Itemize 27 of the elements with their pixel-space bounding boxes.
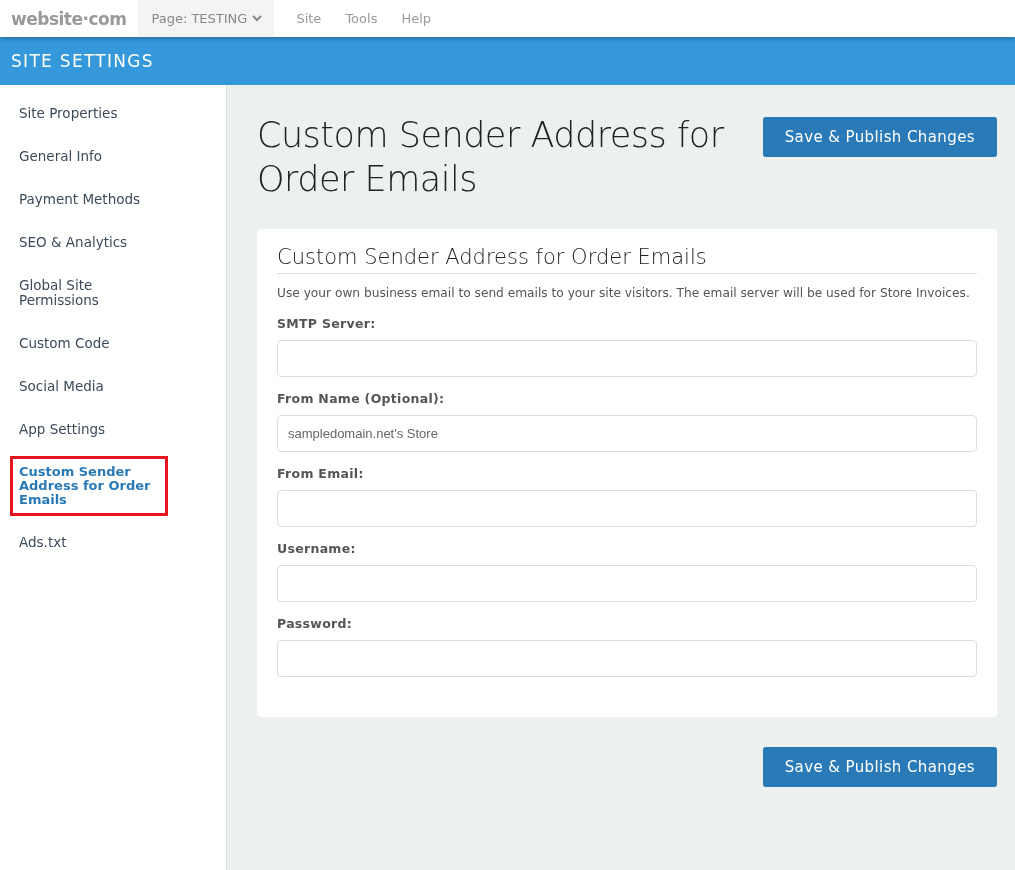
sidebar-item[interactable]: Payment Methods bbox=[10, 183, 168, 216]
sidebar-item[interactable]: SEO & Analytics bbox=[10, 226, 168, 259]
description-text: Use your own business email to send emails to your site visitors. The email server will be used for Store Invoices. bbox=[277, 285, 971, 302]
field-label: From Email: bbox=[277, 466, 365, 481]
page-title: Custom Sender Address for Order Emails bbox=[257, 114, 725, 201]
sidebar-item[interactable]: Site Properties bbox=[10, 97, 168, 130]
sidebar-item[interactable]: Custom Code bbox=[10, 327, 168, 360]
section-title: SITE SETTINGS bbox=[11, 51, 154, 71]
input-field[interactable]: sampledomain.net's Store bbox=[277, 415, 977, 452]
input-field[interactable] bbox=[277, 340, 977, 377]
card-title: Custom Sender Address for Order Emails bbox=[277, 245, 977, 274]
sidebar-item[interactable]: Global Site Permissions bbox=[10, 269, 168, 317]
input-field[interactable] bbox=[277, 490, 977, 527]
chevron-down-icon bbox=[252, 15, 263, 22]
field-label: Password: bbox=[277, 616, 354, 631]
save-publish-button[interactable]: Save & Publish Changes bbox=[762, 747, 997, 787]
sidebar-item[interactable]: Ads.txt bbox=[10, 526, 168, 559]
save-publish-button[interactable]: Save & Publish Changes bbox=[762, 117, 997, 157]
field-label: SMTP Server: bbox=[277, 316, 377, 331]
sidebar-item[interactable]: Social Media bbox=[10, 370, 168, 403]
input-field[interactable] bbox=[277, 640, 977, 677]
input-field[interactable] bbox=[277, 565, 977, 602]
sidebar-item[interactable]: Custom Sender Address for Order Emails bbox=[10, 456, 168, 516]
field-label: From Name (Optional): bbox=[277, 391, 446, 406]
sidebar-item[interactable]: App Settings bbox=[10, 413, 168, 446]
sidebar-item[interactable]: General Info bbox=[10, 140, 168, 173]
field-label: Username: bbox=[277, 541, 357, 556]
